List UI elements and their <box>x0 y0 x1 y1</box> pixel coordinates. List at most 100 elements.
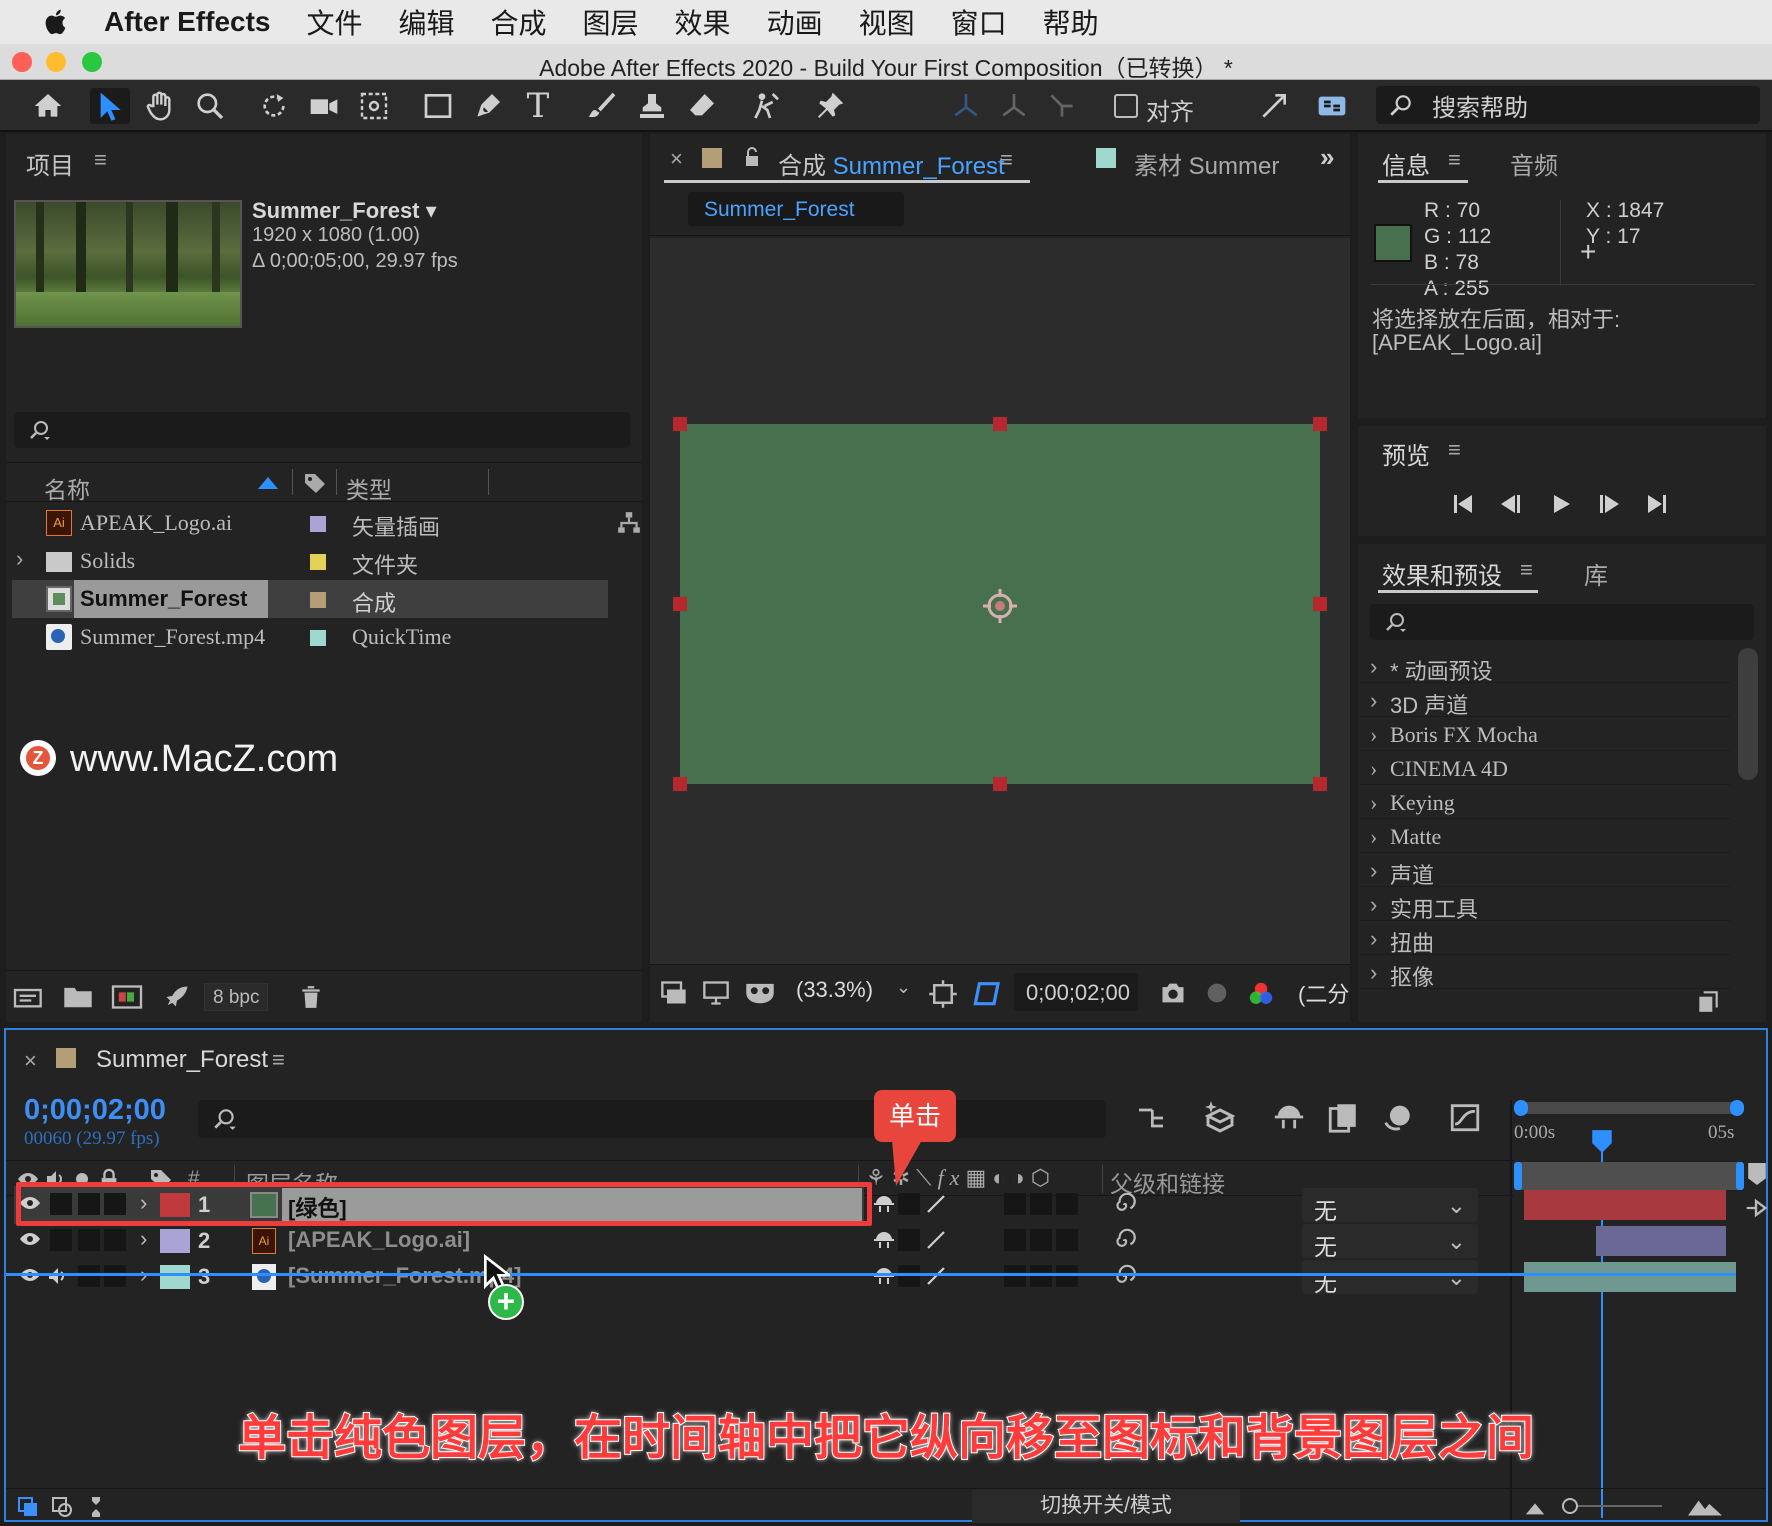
effect-switch[interactable] <box>1004 1229 1026 1251</box>
snapshot-camera-icon[interactable] <box>1158 979 1188 1007</box>
pen-tool-icon[interactable] <box>468 88 508 124</box>
shy-switch-icon[interactable] <box>872 1228 896 1252</box>
effects-category-item[interactable]: › 扭曲 <box>1360 922 1730 956</box>
project-tab[interactable]: 项目 <box>26 146 74 181</box>
preview-menu-icon[interactable]: ≡ <box>1448 437 1461 463</box>
parent-dropdown[interactable]: 无 ⌄ <box>1302 1260 1478 1296</box>
expand-chevron-icon[interactable]: › <box>1370 688 1377 714</box>
mask-visibility-icon[interactable] <box>744 979 776 1007</box>
menu-layer[interactable]: 图层 <box>583 2 639 42</box>
timeline-layer-row[interactable]: › 2 Ai [APEAK_Logo.ai] 无 ⌄ <box>14 1222 1514 1260</box>
effects-search-input[interactable] <box>1370 604 1754 640</box>
more-tabs-icon[interactable]: » <box>1320 142 1334 173</box>
collapse-switch[interactable] <box>898 1229 920 1251</box>
expand-chevron-icon[interactable]: › <box>1370 926 1377 952</box>
project-item-summer-forest-mp4[interactable]: Summer_Forest.mp4 QuickTime <box>12 618 612 656</box>
shy-switch-icon[interactable] <box>872 1264 896 1288</box>
timeline-zoom-slider[interactable] <box>1562 1498 1578 1514</box>
comp-menu-icon[interactable]: ≡ <box>1000 147 1013 173</box>
menu-edit[interactable]: 编辑 <box>399 2 455 42</box>
new-preset-icon[interactable] <box>1694 988 1722 1014</box>
zoom-in-mountain-icon[interactable] <box>1688 1495 1722 1519</box>
effects-category-item[interactable]: › Boris FX Mocha <box>1360 718 1730 751</box>
effects-category-item[interactable]: › 3D 声道 <box>1360 684 1730 718</box>
lock-toggle[interactable] <box>104 1229 126 1251</box>
project-search-input[interactable] <box>14 412 630 448</box>
snap-checkbox[interactable] <box>1114 94 1138 118</box>
motion-blur-switch[interactable] <box>1056 1265 1078 1287</box>
mask-path-icon[interactable] <box>970 977 1002 1009</box>
shy-switch-icon[interactable] <box>872 1192 896 1216</box>
timeline-layer-row[interactable]: ›3[Summer_Forest.mp4]无⌄ <box>14 1258 1514 1296</box>
solo-toggle[interactable] <box>78 1265 100 1287</box>
menu-help[interactable]: 帮助 <box>1043 2 1099 42</box>
last-frame-icon[interactable] <box>1644 492 1670 516</box>
transform-handle[interactable] <box>1313 597 1327 611</box>
trash-icon[interactable] <box>298 983 324 1011</box>
expand-chevron-icon[interactable]: › <box>16 546 23 572</box>
comp-breadcrumb[interactable]: Summer_Forest <box>688 192 904 226</box>
quality-switch-icon[interactable] <box>924 1264 948 1288</box>
parent-dropdown[interactable]: 无 ⌄ <box>1302 1224 1478 1260</box>
play-icon[interactable] <box>1548 492 1574 516</box>
grid-guides-icon[interactable] <box>928 979 958 1009</box>
frame-blending-icon[interactable] <box>1326 1100 1360 1134</box>
effects-scrollbar[interactable] <box>1738 648 1758 780</box>
transform-handle[interactable] <box>673 597 687 611</box>
clone-stamp-tool-icon[interactable] <box>632 88 672 124</box>
zoom-level[interactable]: (33.3%) <box>796 977 873 1003</box>
effect-switch[interactable] <box>1004 1193 1026 1215</box>
audio-toggle[interactable] <box>50 1229 72 1251</box>
lock-toggle[interactable] <box>104 1265 126 1287</box>
label-tag-icon[interactable] <box>302 471 328 495</box>
camera-tool-icon[interactable] <box>304 88 344 124</box>
solo-toggle[interactable] <box>78 1229 100 1251</box>
collapse-switch[interactable] <box>898 1193 920 1215</box>
shy-layers-icon[interactable] <box>1272 1100 1306 1134</box>
effects-category-item[interactable]: › CINEMA 4D <box>1360 752 1730 785</box>
speaker-icon[interactable] <box>46 1264 70 1288</box>
label-color-swatch[interactable] <box>310 516 326 532</box>
apple-icon[interactable] <box>42 7 72 37</box>
close-tab-icon[interactable]: × <box>24 1048 37 1074</box>
work-area-navigator[interactable] <box>1514 1100 1744 1116</box>
timeline-menu-icon[interactable]: ≡ <box>272 1047 285 1073</box>
pick-whip-icon[interactable] <box>1112 1264 1138 1290</box>
world-axis-icon[interactable] <box>994 88 1034 124</box>
graph-editor-icon[interactable] <box>1448 1100 1482 1134</box>
comp-mini-flowchart-icon[interactable] <box>1134 1102 1168 1134</box>
quality-switch-icon[interactable] <box>924 1192 948 1216</box>
rectangle-tool-icon[interactable] <box>418 88 458 124</box>
puppet-pin-tool-icon[interactable] <box>810 88 850 124</box>
info-tab[interactable]: 信息 <box>1382 146 1430 181</box>
effects-tab[interactable]: 效果和预设 <box>1382 556 1502 591</box>
timeline-tab[interactable]: Summer_Forest <box>96 1046 268 1074</box>
menu-composition[interactable]: 合成 <box>491 2 547 42</box>
audio-tab[interactable]: 音频 <box>1510 146 1558 181</box>
layer-label-swatch[interactable] <box>160 1265 190 1289</box>
transform-handle[interactable] <box>993 777 1007 791</box>
pan-behind-tool-icon[interactable] <box>354 88 394 124</box>
workspace-icon[interactable] <box>1312 88 1352 124</box>
menu-file[interactable]: 文件 <box>306 2 362 42</box>
quality-switch-icon[interactable] <box>924 1228 948 1252</box>
resolution-dropdown[interactable]: (二分 <box>1298 977 1349 1009</box>
expand-chevron-icon[interactable]: › <box>1370 654 1377 680</box>
effects-category-item[interactable]: › 声道 <box>1360 854 1730 888</box>
transfer-controls-toggle-icon[interactable] <box>50 1495 74 1519</box>
anchor-point-icon[interactable] <box>980 586 1020 626</box>
rotate-tool-icon[interactable] <box>254 88 294 124</box>
expand-chevron-icon[interactable]: › <box>1370 892 1377 918</box>
pick-whip-icon[interactable] <box>1112 1228 1138 1254</box>
label-color-swatch[interactable] <box>310 630 326 646</box>
lock-open-icon[interactable] <box>740 144 764 170</box>
zoom-dropdown-chevron-icon[interactable]: ⌄ <box>896 977 911 998</box>
zoom-out-mountain-icon[interactable] <box>1524 1497 1546 1517</box>
menu-animation[interactable]: 动画 <box>767 2 823 42</box>
in-out-toggle-icon[interactable] <box>84 1495 108 1519</box>
toggle-switches-modes-button[interactable]: 切换开关/模式 <box>972 1489 1240 1523</box>
brush-tool-icon[interactable] <box>582 88 622 124</box>
comp-marker-bin-icon[interactable] <box>1746 1160 1768 1188</box>
label-color-swatch[interactable] <box>310 592 326 608</box>
project-item-apeak-logo[interactable]: Ai APEAK_Logo.ai 矢量插画 <box>12 504 640 542</box>
